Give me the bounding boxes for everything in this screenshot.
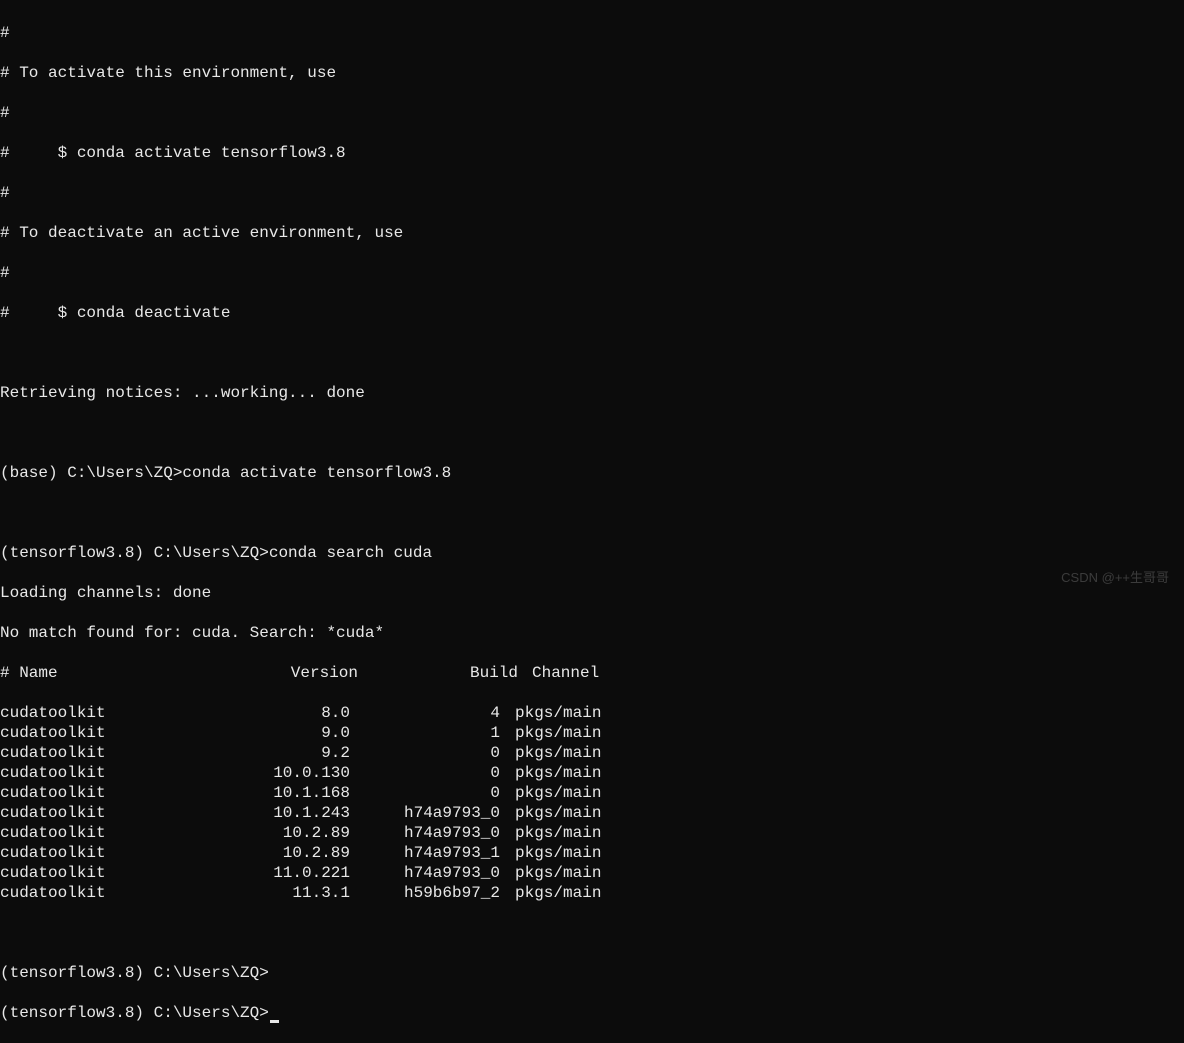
- comment-line: #: [0, 183, 1184, 203]
- table-row: cudatoolkit10.2.89h74a9793_0pkgs/main: [0, 823, 1184, 843]
- cell-name: cudatoolkit: [0, 763, 200, 783]
- table-row: cudatoolkit9.20pkgs/main: [0, 743, 1184, 763]
- comment-line: # $ conda activate tensorflow3.8: [0, 143, 1184, 163]
- table-row: cudatoolkit9.01pkgs/main: [0, 723, 1184, 743]
- cell-version: 8.0: [200, 703, 350, 723]
- cell-build: 0: [350, 783, 515, 803]
- cell-build: 0: [350, 763, 515, 783]
- cell-build: h74a9793_0: [350, 803, 515, 823]
- status-line: Loading channels: done: [0, 583, 1184, 603]
- cell-version: 11.3.1: [200, 883, 350, 903]
- table-row: cudatoolkit10.1.243h74a9793_0pkgs/main: [0, 803, 1184, 823]
- col-header-channel: Channel: [518, 663, 599, 683]
- cell-version: 10.2.89: [200, 823, 350, 843]
- table-row: cudatoolkit11.3.1h59b6b97_2pkgs/main: [0, 883, 1184, 903]
- cell-version: 10.1.168: [200, 783, 350, 803]
- prompt-line[interactable]: (tensorflow3.8) C:\Users\ZQ>: [0, 1003, 1184, 1023]
- cell-name: cudatoolkit: [0, 703, 200, 723]
- cursor-icon: [270, 1020, 279, 1023]
- cell-channel: pkgs/main: [515, 863, 601, 883]
- blank-line: [0, 503, 1184, 523]
- cell-channel: pkgs/main: [515, 803, 601, 823]
- status-line: Retrieving notices: ...working... done: [0, 383, 1184, 403]
- comment-line: # $ conda deactivate: [0, 303, 1184, 323]
- cell-name: cudatoolkit: [0, 823, 200, 843]
- cell-channel: pkgs/main: [515, 723, 601, 743]
- col-header-build: Build: [358, 663, 518, 683]
- cell-build: h74a9793_0: [350, 823, 515, 843]
- cell-channel: pkgs/main: [515, 823, 601, 843]
- table-row: cudatoolkit10.1.1680pkgs/main: [0, 783, 1184, 803]
- blank-line: [0, 343, 1184, 363]
- cell-name: cudatoolkit: [0, 863, 200, 883]
- status-line: No match found for: cuda. Search: *cuda*: [0, 623, 1184, 643]
- cell-build: 0: [350, 743, 515, 763]
- cell-build: h59b6b97_2: [350, 883, 515, 903]
- prompt-text: (tensorflow3.8) C:\Users\ZQ>: [0, 1004, 269, 1022]
- cell-channel: pkgs/main: [515, 743, 601, 763]
- cell-version: 9.2: [200, 743, 350, 763]
- cell-name: cudatoolkit: [0, 743, 200, 763]
- table-row: cudatoolkit10.2.89h74a9793_1pkgs/main: [0, 843, 1184, 863]
- blank-line: [0, 923, 1184, 943]
- comment-line: #: [0, 23, 1184, 43]
- comment-line: # To activate this environment, use: [0, 63, 1184, 83]
- cell-name: cudatoolkit: [0, 783, 200, 803]
- cell-channel: pkgs/main: [515, 703, 601, 723]
- cell-version: 10.1.243: [200, 803, 350, 823]
- cell-channel: pkgs/main: [515, 883, 601, 903]
- col-header-name: # Name: [0, 663, 200, 683]
- cell-version: 11.0.221: [200, 863, 350, 883]
- cell-version: 10.2.89: [200, 843, 350, 863]
- cell-name: cudatoolkit: [0, 843, 200, 863]
- cell-name: cudatoolkit: [0, 883, 200, 903]
- comment-line: #: [0, 263, 1184, 283]
- table-header: # Name Version Build Channel: [0, 663, 1184, 683]
- cell-channel: pkgs/main: [515, 783, 601, 803]
- cell-version: 9.0: [200, 723, 350, 743]
- cell-name: cudatoolkit: [0, 803, 200, 823]
- prompt-line: (tensorflow3.8) C:\Users\ZQ>conda search…: [0, 543, 1184, 563]
- cell-name: cudatoolkit: [0, 723, 200, 743]
- cell-build: 1: [350, 723, 515, 743]
- comment-line: #: [0, 103, 1184, 123]
- prompt-line: (tensorflow3.8) C:\Users\ZQ>: [0, 963, 1184, 983]
- cell-build: 4: [350, 703, 515, 723]
- terminal-output[interactable]: # # To activate this environment, use # …: [0, 3, 1184, 1043]
- table-row: cudatoolkit10.0.1300pkgs/main: [0, 763, 1184, 783]
- blank-line: [0, 423, 1184, 443]
- prompt-line: (base) C:\Users\ZQ>conda activate tensor…: [0, 463, 1184, 483]
- cell-version: 10.0.130: [200, 763, 350, 783]
- table-row: cudatoolkit11.0.221h74a9793_0pkgs/main: [0, 863, 1184, 883]
- cell-build: h74a9793_1: [350, 843, 515, 863]
- watermark-text: CSDN @++生哥哥: [1061, 570, 1169, 586]
- col-header-version: Version: [200, 663, 358, 683]
- cell-channel: pkgs/main: [515, 843, 601, 863]
- cell-channel: pkgs/main: [515, 763, 601, 783]
- comment-line: # To deactivate an active environment, u…: [0, 223, 1184, 243]
- table-row: cudatoolkit8.04pkgs/main: [0, 703, 1184, 723]
- cell-build: h74a9793_0: [350, 863, 515, 883]
